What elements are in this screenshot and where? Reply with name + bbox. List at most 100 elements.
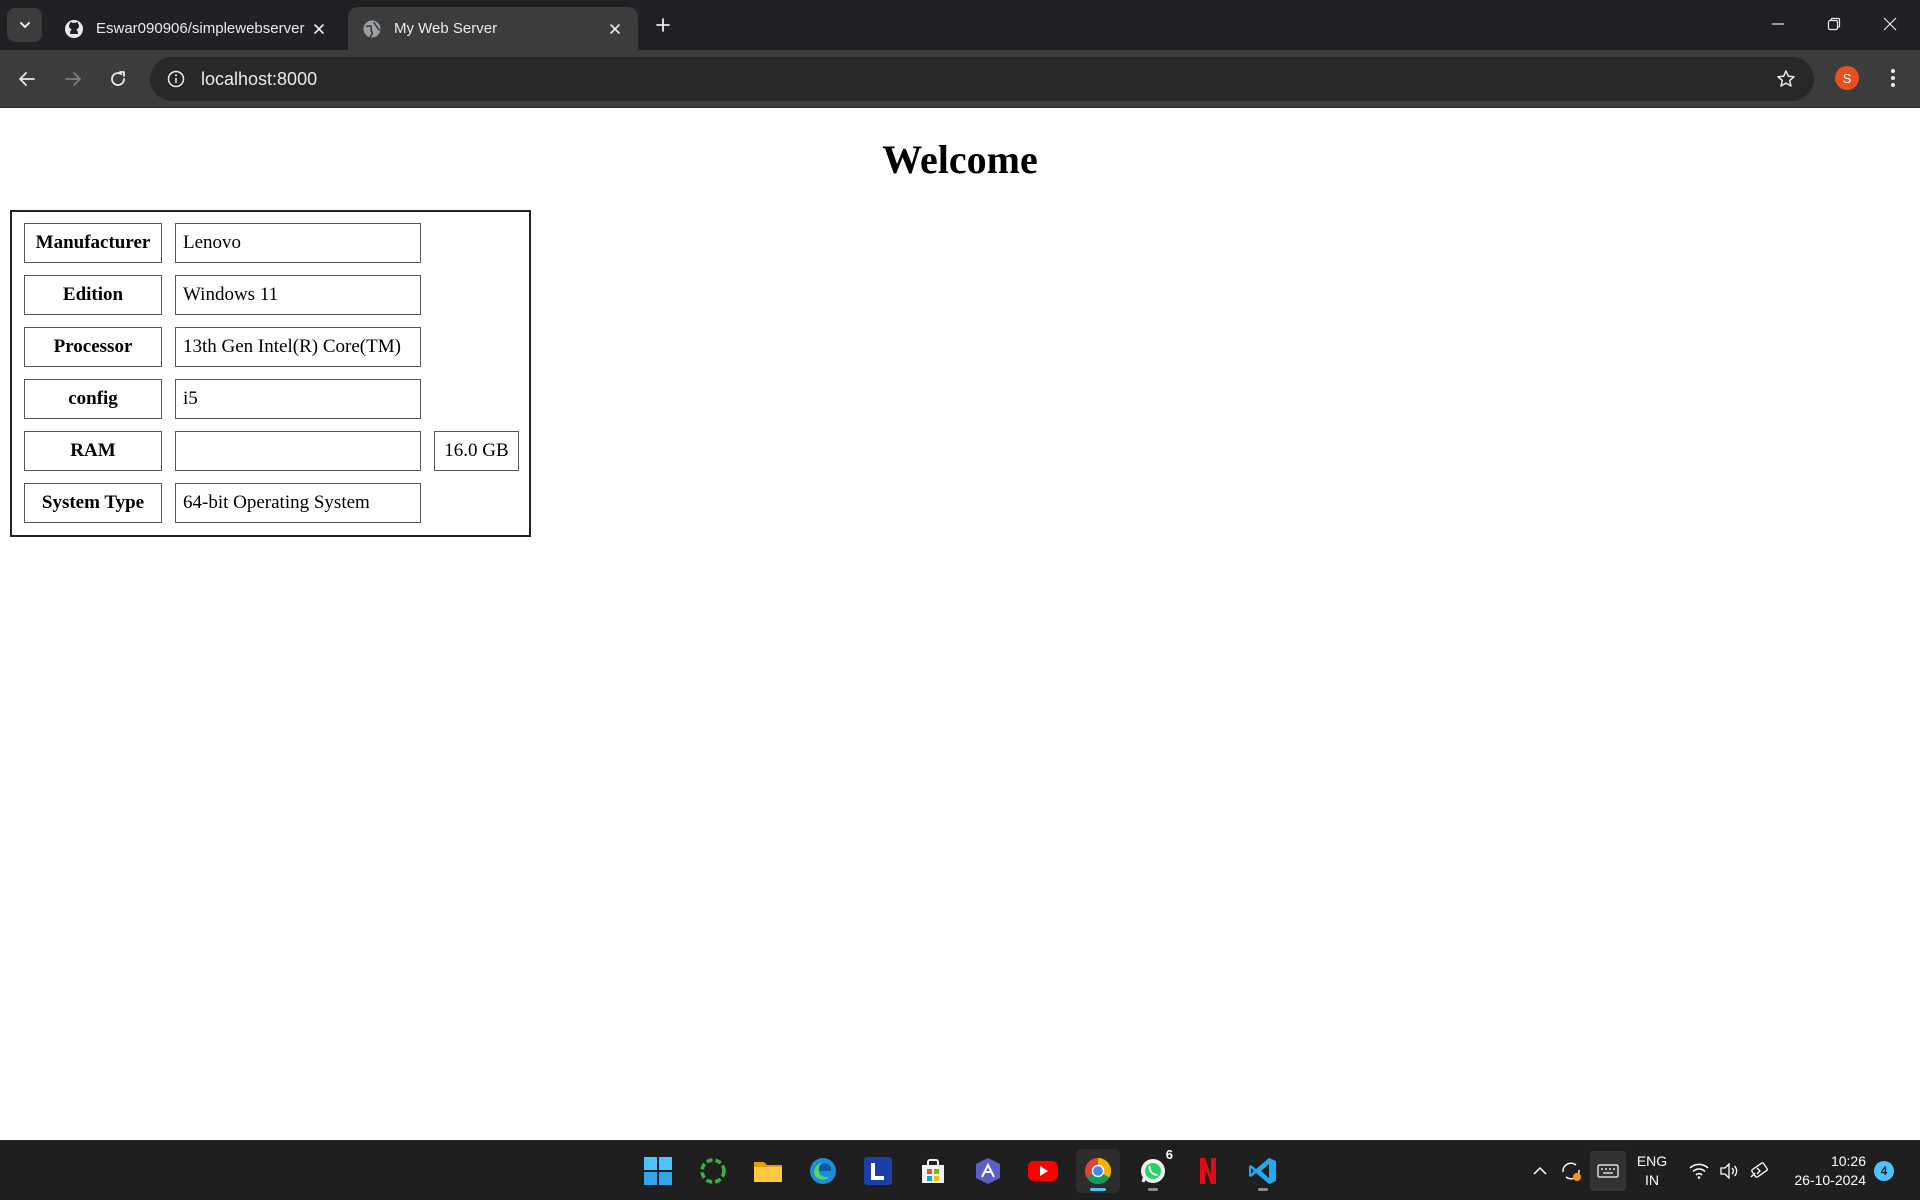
row-extra-ram: 16.0 GB — [434, 431, 519, 471]
row-label-edition: Edition — [24, 275, 162, 315]
vscode-icon — [1249, 1158, 1276, 1184]
browser-toolbar: localhost:8000 — [0, 50, 1920, 108]
github-icon — [65, 19, 83, 38]
close-icon — [610, 23, 620, 34]
volume-icon — [1720, 1163, 1738, 1179]
chevron-down-icon — [19, 22, 30, 29]
running-indicator — [1148, 1188, 1158, 1191]
reload-icon — [111, 71, 125, 86]
restore-button[interactable] — [1806, 0, 1862, 48]
row-value-config: i5 — [175, 379, 421, 419]
minimize-button[interactable] — [1750, 0, 1806, 48]
chevron-up-icon — [1533, 1166, 1547, 1175]
row-value-manufacturer: Lenovo — [175, 223, 421, 263]
taskbar-whatsapp[interactable]: 6 — [1131, 1147, 1175, 1193]
edge-icon — [810, 1158, 836, 1184]
sync-app-icon — [700, 1158, 726, 1184]
region-code: IN — [1645, 1172, 1659, 1188]
arrow-right-icon — [65, 72, 81, 86]
tray-wifi[interactable] — [1686, 1151, 1712, 1191]
wifi-icon — [1689, 1163, 1709, 1179]
tab-title: My Web Server — [394, 20, 498, 37]
battery-charging-icon — [1750, 1162, 1768, 1178]
row-label-ram: RAM — [24, 431, 162, 471]
site-info-button[interactable] — [154, 57, 198, 101]
tab-my-web-server[interactable]: My Web Server — [348, 7, 638, 50]
row-label-config: config — [24, 379, 162, 419]
netflix-icon — [1200, 1158, 1216, 1184]
l-app-icon — [864, 1157, 892, 1185]
address-url[interactable]: localhost:8000 — [201, 69, 1766, 90]
file-explorer-icon — [754, 1162, 782, 1182]
arc-app-icon — [976, 1158, 1000, 1184]
system-info-table: Manufacturer Lenovo Edition Windows 11 P… — [10, 210, 531, 537]
taskbar-netflix[interactable] — [1186, 1149, 1230, 1193]
tab-close-button[interactable] — [308, 18, 330, 40]
close-icon — [1883, 17, 1897, 31]
chrome-icon — [1084, 1157, 1112, 1185]
reload-button[interactable] — [101, 62, 135, 96]
new-tab-button[interactable] — [650, 12, 676, 38]
plus-icon — [656, 18, 670, 32]
tab-strip: Eswar090906/simplewebserver My Web Serve… — [0, 0, 1920, 50]
taskbar-l-app[interactable] — [856, 1149, 900, 1193]
close-icon — [314, 23, 324, 34]
sync-status-icon — [1562, 1162, 1581, 1181]
taskbar-vscode[interactable] — [1241, 1149, 1285, 1193]
row-value-processor: 13th Gen Intel(R) Core(TM) — [175, 327, 421, 367]
taskbar-chrome[interactable] — [1076, 1149, 1120, 1193]
back-button[interactable] — [10, 62, 44, 96]
taskbar-arc-app[interactable] — [966, 1149, 1010, 1193]
profile-avatar[interactable]: S — [1835, 66, 1859, 90]
language-code: ENG — [1636, 1153, 1668, 1169]
browser-menu-button[interactable] — [1877, 62, 1909, 94]
address-bar[interactable]: localhost:8000 — [150, 57, 1814, 101]
tray-sync[interactable] — [1556, 1151, 1586, 1191]
taskbar-store[interactable] — [911, 1149, 955, 1193]
system-clock[interactable]: 10:26 26-10-2024 — [1782, 1152, 1866, 1190]
close-window-button[interactable] — [1862, 0, 1918, 48]
tab-title: Eswar090906/simplewebserver — [96, 20, 305, 37]
bookmark-button[interactable] — [1766, 59, 1806, 99]
tab-search-button[interactable] — [7, 8, 42, 42]
tray-battery[interactable] — [1746, 1151, 1772, 1191]
taskbar-file-explorer[interactable] — [746, 1149, 790, 1193]
start-button[interactable] — [636, 1149, 680, 1193]
row-label-system-type: System Type — [24, 483, 162, 523]
row-value-ram — [175, 431, 421, 471]
whatsapp-icon — [1141, 1159, 1165, 1183]
arrow-left-icon — [19, 72, 35, 86]
input-language[interactable]: ENG IN — [1632, 1152, 1672, 1190]
tab-close-button[interactable] — [604, 18, 626, 40]
tray-touch-keyboard[interactable] — [1590, 1151, 1626, 1191]
globe-icon — [363, 20, 381, 38]
row-value-edition: Windows 11 — [175, 275, 421, 315]
windows-start-icon — [644, 1157, 672, 1185]
active-indicator — [1090, 1188, 1106, 1191]
more-vertical-icon — [1891, 69, 1895, 87]
clock-date: 26-10-2024 — [1794, 1172, 1866, 1188]
minimize-icon — [1772, 23, 1784, 25]
notification-badge[interactable]: 4 — [1874, 1161, 1894, 1181]
clock-time: 10:26 — [1830, 1153, 1866, 1169]
taskbar-sync-app[interactable] — [691, 1149, 735, 1193]
restore-icon — [1827, 17, 1841, 31]
taskbar-youtube[interactable] — [1021, 1149, 1065, 1193]
forward-button[interactable] — [56, 62, 90, 96]
tray-volume[interactable] — [1716, 1151, 1742, 1191]
info-icon — [167, 70, 185, 88]
youtube-icon — [1028, 1161, 1058, 1181]
row-value-system-type: 64-bit Operating System — [175, 483, 421, 523]
taskbar: 6 ENG IN 10:26 26-10-2024 4 — [0, 1140, 1920, 1200]
page-title: Welcome — [882, 137, 1038, 182]
running-indicator — [1258, 1188, 1268, 1191]
whatsapp-badge: 6 — [1165, 1147, 1173, 1162]
taskbar-edge[interactable] — [801, 1149, 845, 1193]
star-icon — [1777, 70, 1795, 87]
microsoft-store-icon — [922, 1159, 944, 1183]
show-hidden-icons-button[interactable] — [1528, 1151, 1552, 1191]
row-label-processor: Processor — [24, 327, 162, 367]
keyboard-icon — [1597, 1164, 1619, 1178]
row-label-manufacturer: Manufacturer — [24, 223, 162, 263]
tab-github[interactable]: Eswar090906/simplewebserver — [50, 7, 342, 50]
